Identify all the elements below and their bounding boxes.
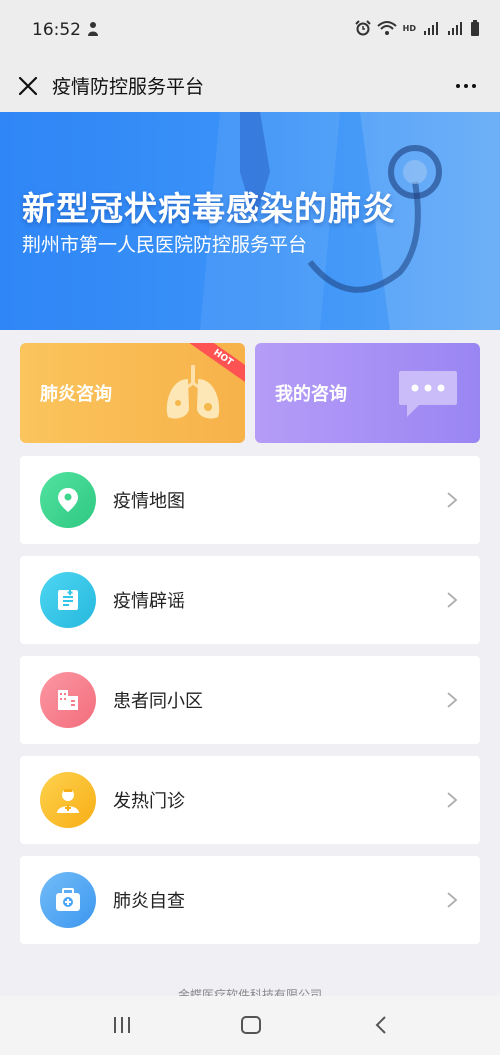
home-button[interactable] [236,1011,266,1039]
document-icon [40,572,96,628]
pneumonia-consult-card[interactable]: 肺炎咨询 HOT [20,343,245,443]
close-button[interactable] [12,70,44,102]
location-pin-icon [40,472,96,528]
more-button[interactable] [448,72,484,100]
banner-title: 新型冠状病毒感染的肺炎 [22,189,396,228]
status-bar: 16:52 HD [0,0,500,62]
chevron-right-icon [447,792,458,808]
medical-kit-icon [40,872,96,928]
list-item-patient-community[interactable]: 患者同小区 [20,656,480,744]
banner-subtitle: 荆州市第一人民医院防控服务平台 [22,234,308,256]
notification-icon [88,22,98,36]
signal-4g-icon [424,22,438,35]
status-icons: HD [354,20,480,36]
lungs-icon [166,365,220,419]
back-button[interactable] [366,1011,396,1039]
chevron-right-icon [447,692,458,708]
recent-apps-button[interactable] [107,1011,137,1039]
list-item-epidemic-map[interactable]: 疫情地图 [20,456,480,544]
battery-icon [471,20,479,36]
title-bar: 疫情防控服务平台 [0,62,500,112]
signal-4g-icon [448,22,462,35]
list-item-label: 疫情地图 [113,491,185,512]
status-time: 16:52 [32,20,81,40]
list-item-label: 发热门诊 [113,791,185,812]
list-item-label: 患者同小区 [113,691,203,712]
building-icon [40,672,96,728]
list-item-rumor-debunk[interactable]: 疫情辟谣 [20,556,480,644]
card-label: 肺炎咨询 [40,384,112,405]
wifi-icon [376,21,397,35]
my-consult-card[interactable]: 我的咨询 [255,343,480,443]
chevron-right-icon [447,592,458,608]
list-item-label: 疫情辟谣 [113,591,185,612]
chevron-right-icon [447,892,458,908]
close-icon [18,76,38,96]
hd-label: HD [402,23,416,33]
banner[interactable]: 新型冠状病毒感染的肺炎 荆州市第一人民医院防控服务平台 [0,112,500,330]
home-icon [241,1016,261,1034]
list-item-fever-clinic[interactable]: 发热门诊 [20,756,480,844]
alarm-icon [354,20,371,36]
page-title: 疫情防控服务平台 [52,76,205,98]
recent-apps-icon [114,1017,130,1033]
list-item-label: 肺炎自查 [113,891,185,912]
more-icon [456,84,460,88]
system-nav-bar [0,996,500,1055]
doctor-icon [40,772,96,828]
chevron-right-icon [447,492,458,508]
back-icon [375,1016,386,1034]
chat-bubble-icon [399,371,457,417]
card-label: 我的咨询 [275,384,347,405]
list-item-self-check[interactable]: 肺炎自查 [20,856,480,944]
